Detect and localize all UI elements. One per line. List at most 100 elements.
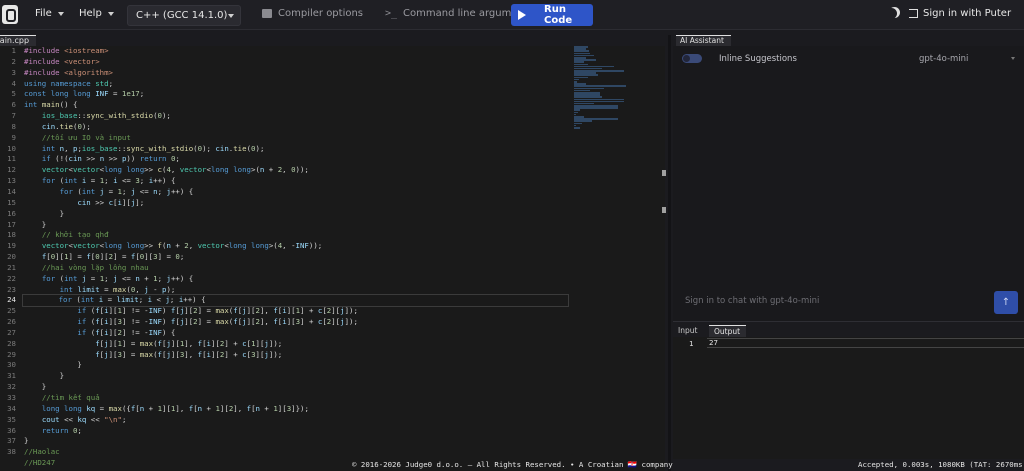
line-number: 21 xyxy=(7,262,16,272)
line-number: 24 xyxy=(7,295,16,305)
line-number: 30 xyxy=(7,360,16,370)
line-number: 7 xyxy=(11,111,16,121)
file-menu[interactable]: File xyxy=(35,8,64,19)
help-menu[interactable]: Help xyxy=(79,8,114,19)
code-line: const long long INF = 1e17; xyxy=(24,89,145,99)
code-editor[interactable]: 1 2 3 4 5 6 7 8 9 10 11 12 13 14 15 16 17 18 19 20 21 22 23 24 2… xyxy=(0,46,665,471)
line-number: 25 xyxy=(7,306,16,316)
minimap-line xyxy=(574,126,580,129)
line-number: 23 xyxy=(7,284,16,294)
language-select-value: C++ (GCC 14.1.0) xyxy=(136,10,228,21)
language-select[interactable]: C++ (GCC 14.1.0) xyxy=(127,5,241,26)
line-number-gutter: 1 2 3 4 5 6 7 8 9 10 11 12 13 14 15 16 17 18 19 20 21 22 23 24 2… xyxy=(0,46,18,458)
judge0-logo-icon[interactable] xyxy=(2,5,18,24)
options-icon xyxy=(262,9,272,18)
input-tab-label: Input xyxy=(678,326,698,335)
code-line: vector<vector<long long>> f(n + 2, vecto… xyxy=(41,241,323,251)
line-number: 26 xyxy=(7,317,16,327)
scrollbar-handle[interactable] xyxy=(662,207,666,213)
tab-output[interactable]: Output xyxy=(709,325,746,337)
line-number: 31 xyxy=(7,371,16,381)
send-button[interactable]: ↑ xyxy=(994,291,1018,314)
line-number: 27 xyxy=(7,327,16,337)
tab-input[interactable]: Input xyxy=(673,325,705,337)
line-number: 17 xyxy=(7,219,16,229)
model-select[interactable]: gpt-4o-mini xyxy=(919,54,968,64)
top-bar: File Help C++ (GCC 14.1.0) Compiler opti… xyxy=(0,0,1024,30)
sign-in-button[interactable]: Sign in with Puter xyxy=(909,8,1011,19)
line-number: 2 xyxy=(11,56,16,66)
output-line-number: 1 xyxy=(689,339,694,348)
code-line: } xyxy=(24,436,29,446)
chevron-down-icon[interactable] xyxy=(1011,57,1015,60)
command-line-label: Command line argument xyxy=(403,8,528,19)
scrollbar-handle[interactable] xyxy=(662,170,666,176)
command-line-button[interactable]: >_ Command line argument xyxy=(385,8,528,19)
run-code-button[interactable]: Run Code xyxy=(511,4,593,26)
play-icon xyxy=(518,10,526,20)
output-panel[interactable]: 1 27 xyxy=(673,337,1024,459)
line-number: 37 xyxy=(7,436,16,446)
code-line: for (int j = 1; j <= n + 1; j++) { xyxy=(41,273,194,283)
compiler-options-button[interactable]: Compiler options xyxy=(262,8,363,19)
line-number: 29 xyxy=(7,349,16,359)
inline-suggestions-label: Inline Suggestions xyxy=(719,54,797,64)
code-line: vector<vector<long long>> c(4, vector<lo… xyxy=(41,165,309,175)
tab-label: main.cpp xyxy=(0,36,30,45)
panel-divider[interactable] xyxy=(673,321,1024,322)
code-line: f[0][1] = f[0][2] = f[0][3] = 0; xyxy=(41,252,185,262)
code-line: #include <iostream> xyxy=(24,46,109,55)
tab-ai-assistant[interactable]: AI Assistant xyxy=(676,35,731,46)
status-text: Accepted, 0.003s, 1080KB (TAT: 2670ms) xyxy=(858,460,1024,469)
output-tab-label: Output xyxy=(714,327,741,336)
minimap-line xyxy=(574,107,618,109)
tab-main-cpp[interactable]: main.cpp xyxy=(0,35,36,46)
code-line: cout << kq << "\n"; xyxy=(41,414,127,424)
arrow-up-icon: ↑ xyxy=(1001,297,1011,308)
code-line: cin >> c[i][j]; xyxy=(77,197,145,207)
copyright-text: © 2016-2026 Judge0 d.o.o. – All Rights R… xyxy=(352,460,673,469)
line-number: 16 xyxy=(7,208,16,218)
line-number: 34 xyxy=(7,403,16,413)
code-content[interactable]: #include <iostream> #include <vector> #i… xyxy=(22,46,569,469)
line-number: 22 xyxy=(7,273,16,283)
line-number: 18 xyxy=(7,230,16,240)
line-number: 1 xyxy=(11,46,16,55)
code-line: for (int i = 1; i <= 3; i++) { xyxy=(41,176,176,186)
code-line: using namespace std; xyxy=(24,78,114,88)
code-line: if (!(cin >> n >> p)) return 0; xyxy=(41,154,180,164)
code-line: int n, p;ios_base::sync_with_stdio(0); c… xyxy=(41,143,265,153)
code-line: //hai vòng lặp lồng nhau xyxy=(41,262,149,272)
code-line: cin.tie(0); xyxy=(41,121,91,131)
output-line: 27 xyxy=(707,338,1024,348)
code-minimap[interactable] xyxy=(574,46,632,129)
panel-splitter[interactable] xyxy=(668,35,671,471)
line-number: 32 xyxy=(7,382,16,392)
code-line: int limit = max(0, j - p); xyxy=(59,284,176,294)
code-line: //Haolac xyxy=(24,447,60,457)
line-number: 33 xyxy=(7,393,16,402)
chevron-down-icon xyxy=(57,11,64,16)
code-line: for (int j = 1; j <= n; j++) { xyxy=(59,186,194,196)
line-number: 35 xyxy=(7,414,16,424)
code-line: int main() { xyxy=(24,100,78,110)
inline-suggestions-toggle[interactable] xyxy=(682,54,702,63)
line-number: 4 xyxy=(11,78,16,88)
moon-icon[interactable] xyxy=(886,8,897,19)
code-line: ios_base::sync_with_stdio(0); xyxy=(41,111,171,121)
terminal-icon: >_ xyxy=(385,8,398,19)
chat-input[interactable]: Sign in to chat with gpt-4o-mini xyxy=(685,291,960,311)
line-number: 3 xyxy=(11,67,16,77)
line-number: 5 xyxy=(11,89,16,99)
ai-tab-label: AI Assistant xyxy=(680,36,724,45)
code-line: f[j][3] = max(f[j][3], f[i][2] + c[3][j]… xyxy=(95,349,283,359)
line-number: 12 xyxy=(7,165,16,175)
code-line: if (f[i][3] != -INF) f[j][2] = max(f[j][… xyxy=(77,317,358,327)
code-line: #include <algorithm> xyxy=(24,67,114,77)
code-line: long long kq = max({f[n + 1][1], f[n + 1… xyxy=(41,403,309,413)
chevron-down-icon xyxy=(107,11,114,16)
editor-tab-bar: main.cpp xyxy=(0,35,671,46)
line-number: 15 xyxy=(7,197,16,207)
line-number: 10 xyxy=(7,143,16,153)
code-line: //tìm kết quả xyxy=(41,393,100,402)
